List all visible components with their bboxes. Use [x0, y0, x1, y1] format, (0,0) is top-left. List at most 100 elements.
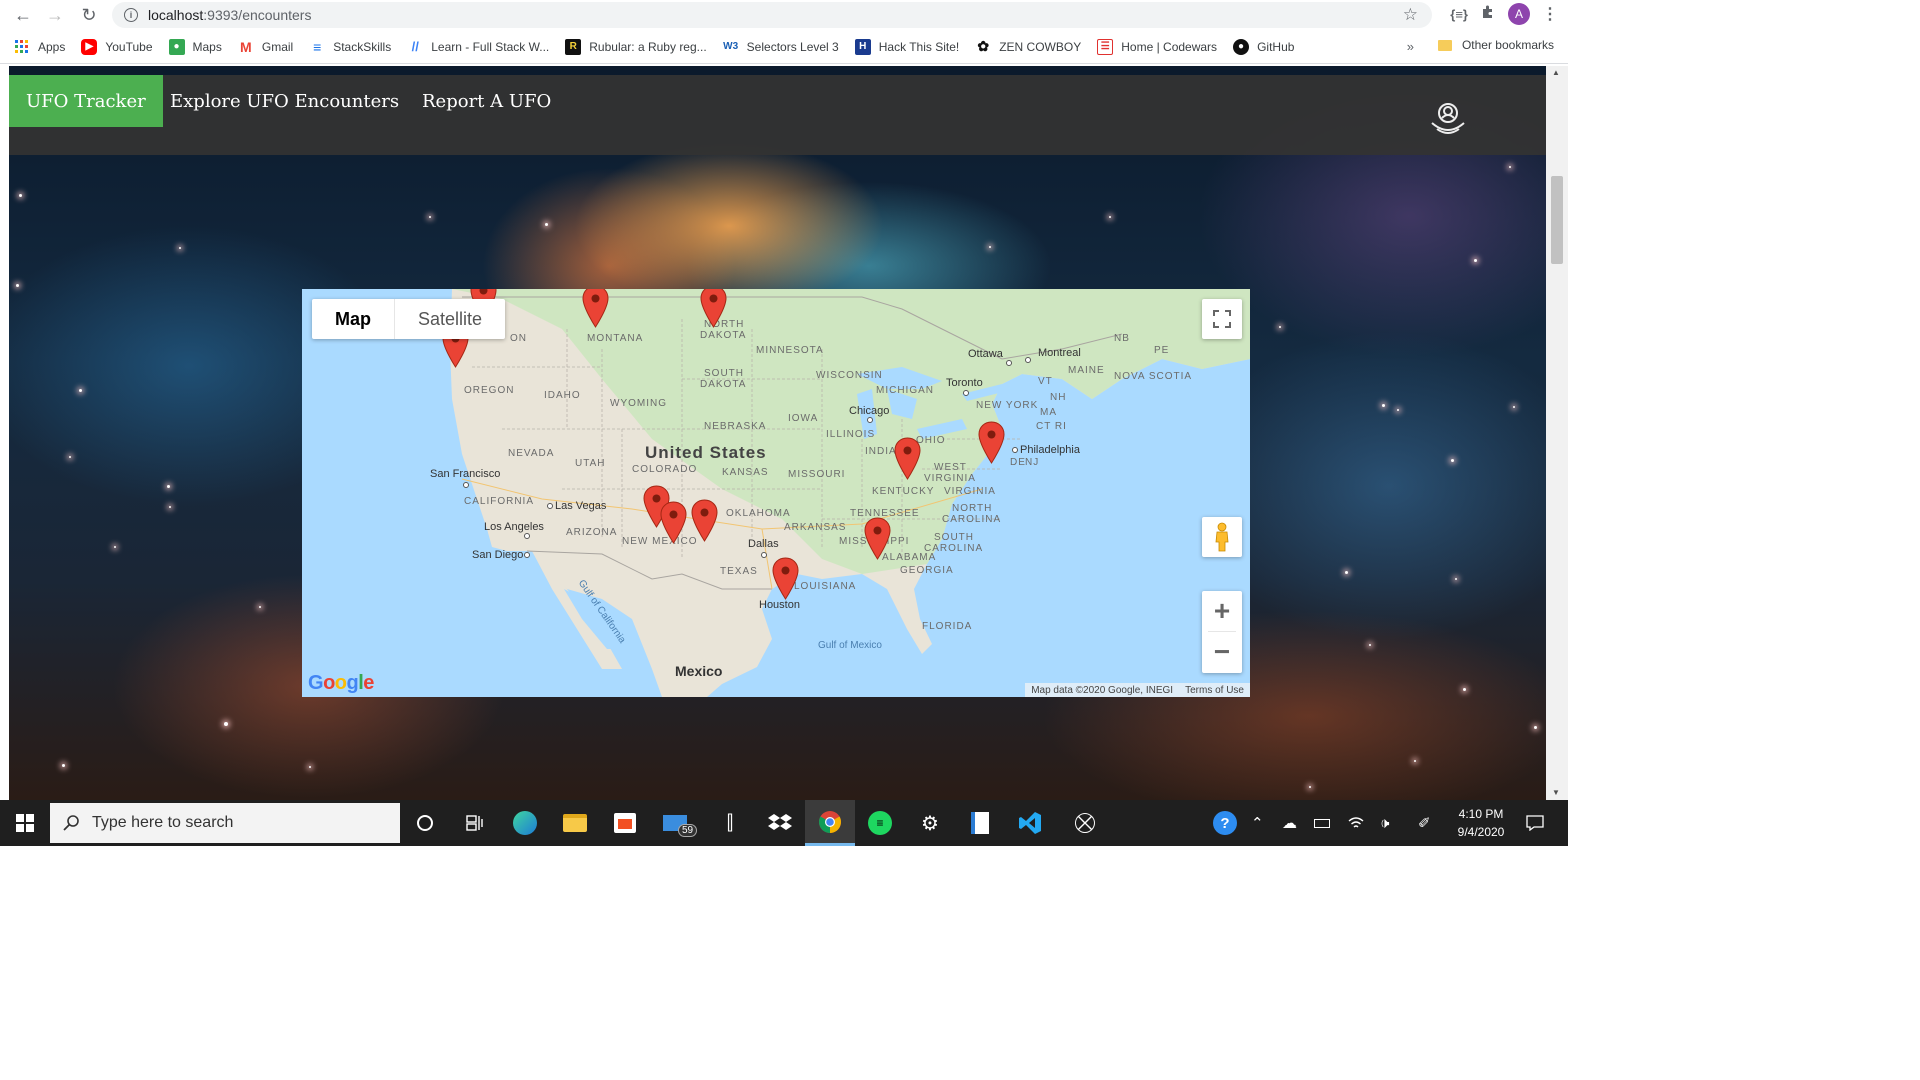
- ufo-marker[interactable]: [864, 517, 891, 560]
- rubular-icon: R: [565, 38, 582, 55]
- other-bookmarks[interactable]: Other bookmarks: [1437, 38, 1554, 52]
- map-type-map-button[interactable]: Map: [312, 299, 395, 339]
- action-center-icon[interactable]: [1526, 800, 1544, 846]
- reload-icon[interactable]: ↻: [74, 0, 104, 30]
- bookmark-learn-full-stack[interactable]: // Learn - Full Stack W...: [407, 39, 550, 55]
- star: [989, 246, 991, 248]
- bookmark-hack-this-site[interactable]: H Hack This Site!: [854, 38, 959, 55]
- zoom-in-icon[interactable]: +: [1202, 591, 1242, 631]
- star: [1474, 259, 1477, 262]
- mail-icon[interactable]: 59: [650, 800, 700, 846]
- bookmark-apps[interactable]: Apps: [14, 39, 65, 55]
- bookmark-youtube[interactable]: ▶ YouTube: [81, 38, 153, 55]
- label-utah: UTAH: [575, 458, 606, 469]
- task-view-icon[interactable]: [450, 800, 500, 846]
- file-explorer-icon[interactable]: [550, 800, 600, 846]
- google-logo[interactable]: Google: [308, 672, 374, 695]
- encounters-map[interactable]: MONTANA NORTH DAKOTA MINNESOTA SOUTH DAK…: [302, 289, 1250, 697]
- ufo-marker[interactable]: [978, 421, 1005, 464]
- terms-of-use-link[interactable]: Terms of Use: [1185, 685, 1244, 696]
- forward-arrow-icon[interactable]: →: [40, 0, 70, 30]
- onedrive-cloud-icon[interactable]: ☁: [1282, 800, 1297, 846]
- label-nebraska: NEBRASKA: [704, 421, 767, 432]
- vscode-icon[interactable]: [1005, 800, 1055, 846]
- label-west-virginia-2: VIRGINIA: [924, 473, 976, 484]
- ufo-marker[interactable]: [700, 289, 727, 328]
- taskbar-search-box[interactable]: Type here to search: [50, 803, 400, 843]
- label-north-carolina-1: NORTH: [952, 503, 993, 514]
- system-clock[interactable]: 4:10 PM 9/4/2020: [1448, 805, 1514, 841]
- label-michigan: MICHIGAN: [876, 385, 934, 396]
- bookmark-maps[interactable]: ● Maps: [168, 38, 222, 55]
- show-hidden-icons-chevron-icon[interactable]: ⌃: [1251, 800, 1264, 846]
- ufo-marker[interactable]: [691, 499, 718, 542]
- ufo-marker[interactable]: [660, 501, 687, 544]
- edge-browser-icon[interactable]: [500, 800, 550, 846]
- city-dot-san-francisco: [463, 482, 469, 488]
- star: [1513, 406, 1515, 408]
- map-attribution: Map data ©2020 Google, INEGI Terms of Us…: [1025, 683, 1250, 697]
- settings-gear-icon[interactable]: ⚙: [905, 800, 955, 846]
- puzzle-extensions-icon[interactable]: [1480, 4, 1496, 25]
- label-texas: TEXAS: [720, 566, 758, 577]
- user-account-icon[interactable]: [1428, 99, 1468, 139]
- nav-report-ufo[interactable]: Report A UFO: [422, 75, 551, 127]
- cortana-circle-icon[interactable]: [400, 800, 450, 846]
- label-mexico: Mexico: [675, 663, 723, 679]
- chrome-icon[interactable]: [805, 800, 855, 846]
- address-bar[interactable]: i localhost:9393/encounters ☆: [112, 2, 1432, 28]
- bookmark-selectors-level-3[interactable]: W3 Selectors Level 3: [723, 39, 839, 55]
- windows-logo-icon: [16, 814, 34, 832]
- map-data-credit: Map data ©2020 Google, INEGI: [1031, 684, 1174, 696]
- scrollbar-thumb[interactable]: [1551, 176, 1563, 264]
- ufo-marker[interactable]: [894, 437, 921, 480]
- dropbox-icon[interactable]: [755, 800, 805, 846]
- brand-link[interactable]: UFO Tracker: [9, 75, 163, 127]
- windows-start-button[interactable]: [0, 800, 50, 846]
- page-scrollbar[interactable]: ▲ ▼: [1546, 66, 1568, 800]
- ufo-marker[interactable]: [772, 557, 799, 600]
- city-dot-toronto: [963, 390, 969, 396]
- bookmark-zen-cowboy[interactable]: ✿ ZEN COWBOY: [975, 38, 1081, 55]
- star: [1309, 786, 1311, 788]
- bookmark-gmail[interactable]: M Gmail: [238, 39, 293, 55]
- zoom-out-icon[interactable]: −: [1202, 632, 1242, 672]
- bookmark-rubular[interactable]: R Rubular: a Ruby reg...: [565, 38, 707, 55]
- scroll-up-arrow-icon[interactable]: ▲: [1552, 68, 1560, 77]
- volume-icon[interactable]: 🕩: [1380, 800, 1389, 846]
- extension-icon[interactable]: {≡}: [1450, 7, 1468, 22]
- site-info-icon[interactable]: i: [124, 8, 138, 22]
- help-icon[interactable]: ?: [1213, 800, 1237, 846]
- label-ct-ri: CT RI: [1036, 421, 1067, 432]
- space-background: UFO Tracker Explore UFO Encounters Repor…: [9, 66, 1546, 800]
- bookmark-star-icon[interactable]: ☆: [1403, 5, 1418, 25]
- bookmark-codewars[interactable]: ☰ Home | Codewars: [1097, 38, 1217, 55]
- menu-kebab-icon[interactable]: ⋮: [1542, 4, 1558, 24]
- star: [1463, 688, 1466, 691]
- w3c-icon: W3: [723, 41, 739, 52]
- game-app-icon[interactable]: ⛒: [1060, 800, 1110, 846]
- star: [16, 284, 19, 287]
- spotify-icon[interactable]: ≡: [855, 800, 905, 846]
- pen-icon[interactable]: ✐: [1418, 800, 1431, 846]
- nav-explore-encounters[interactable]: Explore UFO Encounters: [170, 75, 399, 127]
- street-view-pegman-button[interactable]: [1202, 517, 1242, 557]
- bookmark-github[interactable]: ● GitHub: [1233, 38, 1294, 55]
- lightning-app-icon[interactable]: ⫿: [705, 800, 755, 846]
- label-nevada: NEVADA: [508, 448, 555, 459]
- battery-icon[interactable]: [1314, 800, 1330, 846]
- profile-avatar[interactable]: A: [1508, 3, 1530, 25]
- wifi-icon[interactable]: [1348, 800, 1364, 846]
- back-arrow-icon[interactable]: ←: [8, 0, 38, 30]
- bookmark-stackskills[interactable]: ≡ StackSkills: [309, 39, 391, 55]
- microsoft-store-icon[interactable]: [600, 800, 650, 846]
- bookmarks-overflow-chevron-icon[interactable]: »: [1407, 39, 1414, 54]
- url-path: :9393/encounters: [203, 7, 312, 23]
- browser-toolbar: ← → ↻ i localhost:9393/encounters ☆ {≡} …: [0, 0, 1568, 30]
- map-type-satellite-button[interactable]: Satellite: [395, 299, 505, 339]
- fullscreen-button[interactable]: [1202, 299, 1242, 339]
- scroll-down-arrow-icon[interactable]: ▼: [1552, 788, 1560, 797]
- document-icon[interactable]: [955, 800, 1005, 846]
- ufo-marker[interactable]: [582, 289, 609, 328]
- windows-taskbar: Type here to search 59 ⫿ ≡ ⚙ ⛒ ? ⌃ ☁ 🕩 ✐…: [0, 800, 1568, 846]
